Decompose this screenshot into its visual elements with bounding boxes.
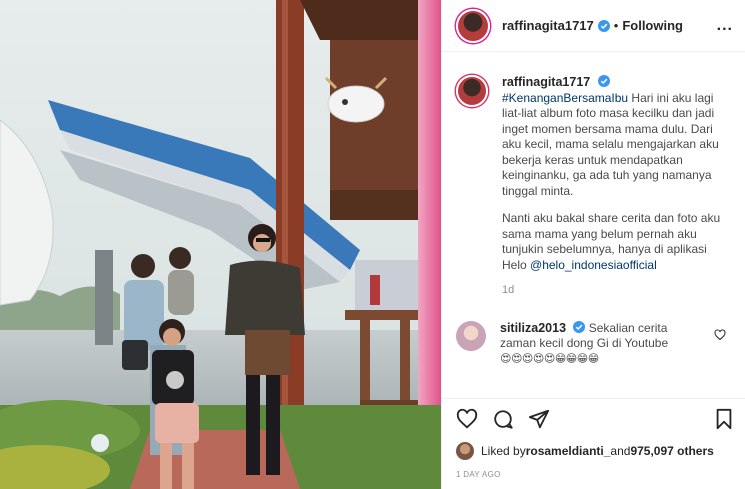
comment-like-heart-icon[interactable]: [714, 328, 726, 341]
caption-body: raffinagita1717 #KenanganBersamaIbu Hari…: [502, 75, 722, 299]
post-timestamp[interactable]: 1 DAY AGO: [456, 470, 501, 479]
verified-badge-icon: [573, 320, 586, 333]
likes-count[interactable]: 975,097 others: [630, 444, 713, 458]
caption-avatar[interactable]: [456, 75, 488, 107]
comment-body: sitiliza2013 Sekalian cerita zaman kecil…: [500, 320, 700, 368]
action-bar: [442, 398, 745, 438]
likes-summary: Liked by rosameldianti_ and 975,097 othe…: [456, 442, 737, 460]
liker-username[interactable]: rosameldianti_: [526, 444, 611, 458]
comment-emojis: 😍😍😍😍😍😁😁😁😁: [500, 352, 599, 365]
likes-prefix: Liked by: [481, 444, 526, 458]
mention-link[interactable]: @helo_indonesiaofficial: [530, 258, 657, 272]
author-avatar[interactable]: [456, 8, 490, 43]
more-options-icon[interactable]: ...: [717, 17, 733, 35]
post-panel: raffinagita1717 • Following ... raffinag…: [441, 0, 745, 489]
bookmark-icon[interactable]: [713, 408, 735, 430]
comments-section: raffinagita1717 #KenanganBersamaIbu Hari…: [442, 53, 745, 398]
comment-bubble-icon[interactable]: [492, 408, 514, 430]
commenter-username[interactable]: sitiliza2013: [500, 321, 566, 335]
paper-plane-icon[interactable]: [528, 408, 550, 430]
caption-paragraph-1: #KenanganBersamaIbu Hari ini aku lagi li…: [502, 91, 722, 200]
separator-dot: •: [613, 18, 619, 33]
post-photo: [0, 0, 441, 489]
verified-badge-icon: [597, 19, 610, 32]
caption: raffinagita1717 #KenanganBersamaIbu Hari…: [456, 75, 731, 299]
post-header: raffinagita1717 • Following ...: [442, 0, 745, 52]
caption-paragraph-2: Nanti aku bakal share cerita dan foto ak…: [502, 211, 722, 273]
likes-middle: and: [610, 444, 631, 458]
hashtag-link[interactable]: #KenanganBersamaIbu: [502, 91, 628, 105]
caption-age: 1d: [502, 284, 515, 296]
caption-username[interactable]: raffinagita1717: [502, 75, 590, 89]
author-username[interactable]: raffinagita1717: [502, 18, 594, 33]
following-button[interactable]: Following: [622, 18, 683, 33]
liker-avatar[interactable]: [456, 442, 474, 460]
commenter-avatar[interactable]: [456, 320, 486, 351]
comment-item: sitiliza2013 Sekalian cerita zaman kecil…: [456, 320, 731, 368]
caption-text-1: Hari ini aku lagi liat-liat album foto m…: [502, 90, 719, 198]
verified-badge-icon: [597, 75, 610, 87]
heart-icon[interactable]: [456, 408, 478, 430]
